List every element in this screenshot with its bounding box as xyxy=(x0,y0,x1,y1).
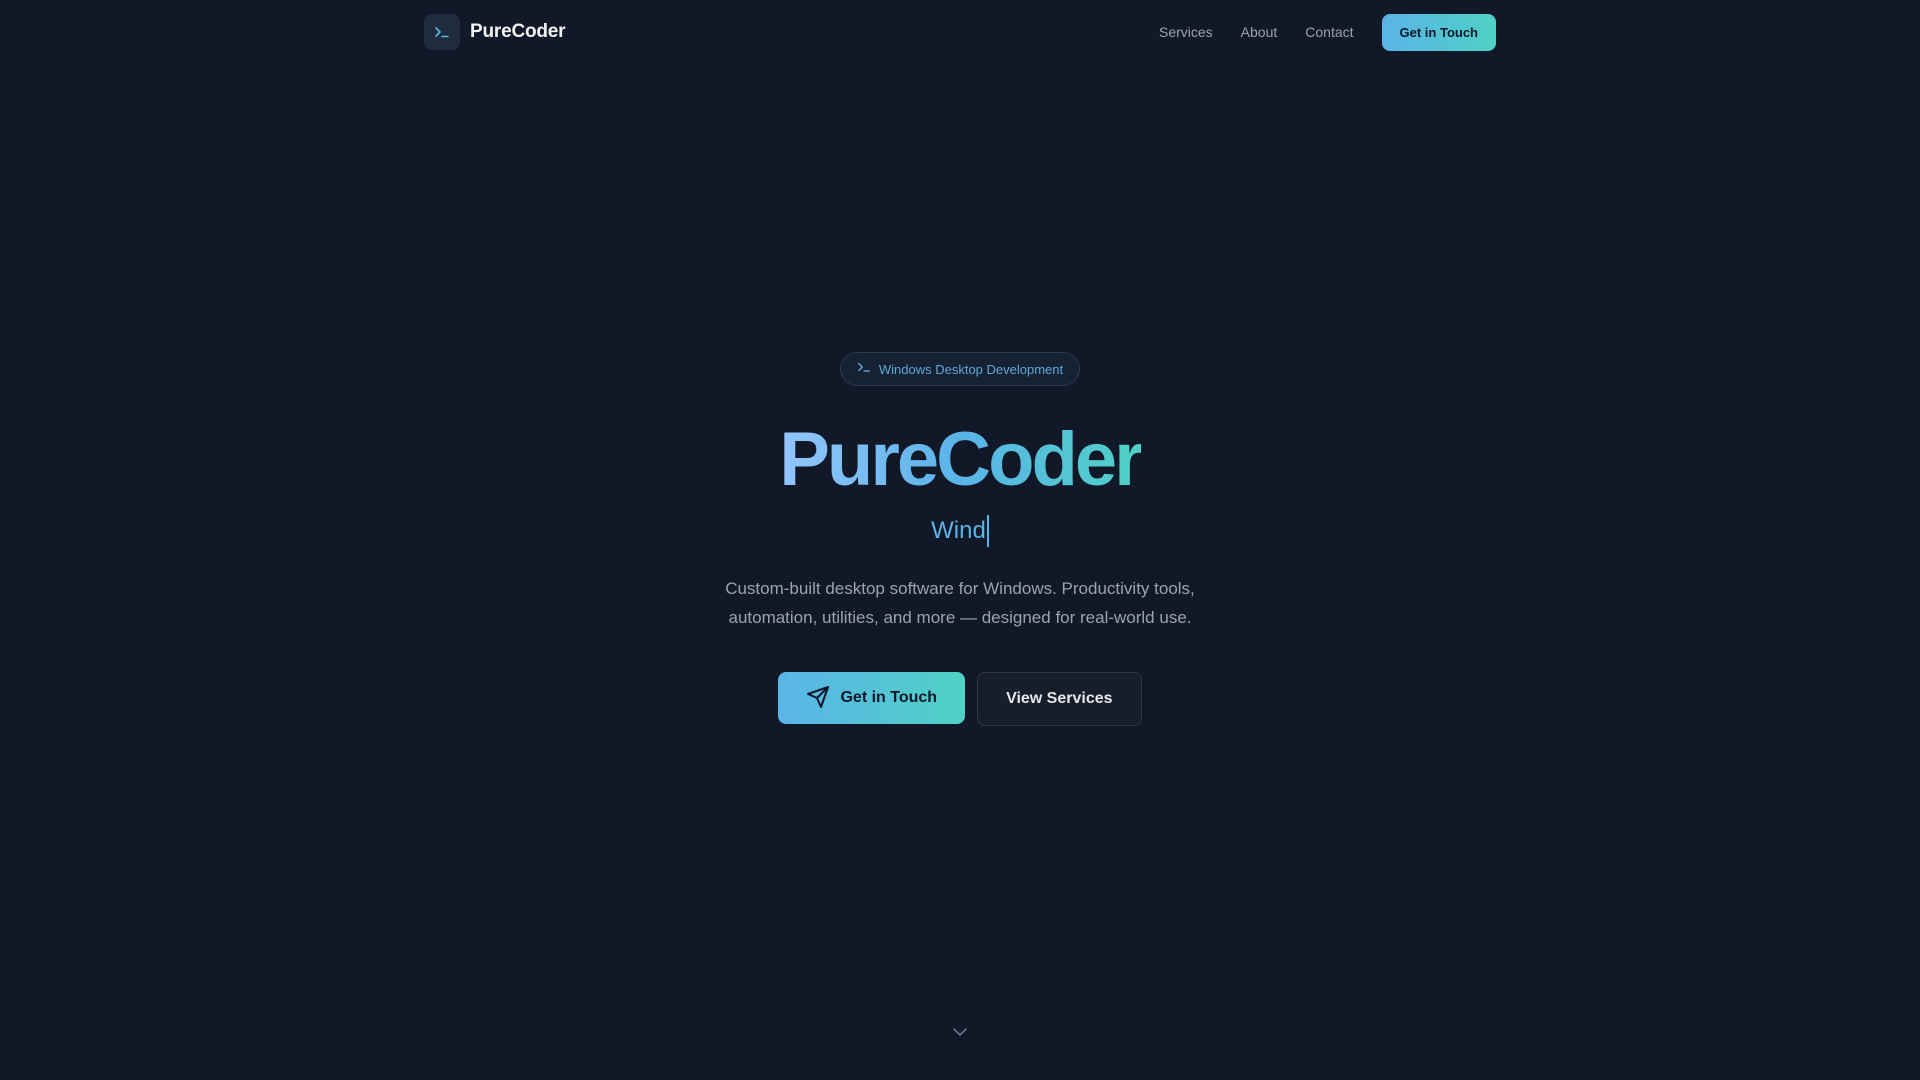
typing-text: Wind xyxy=(931,517,986,544)
send-icon xyxy=(806,685,830,712)
hero-actions: Get in Touch View Services xyxy=(778,672,1142,726)
brand-home-link[interactable]: PureCoder xyxy=(424,14,566,50)
hero-title: PureCoder xyxy=(779,417,1144,502)
nav-link-services[interactable]: Services xyxy=(1159,24,1213,40)
chevron-down-icon[interactable] xyxy=(950,1022,970,1042)
landing-page: PureCoder Services About Contact Get in … xyxy=(0,0,1920,1080)
nav-link-about[interactable]: About xyxy=(1241,24,1278,40)
brand-name: PureCoder xyxy=(470,21,566,42)
nav-menu: Services About Contact Get in Touch xyxy=(1159,13,1496,51)
header-get-in-touch-button[interactable]: Get in Touch xyxy=(1381,13,1496,51)
nav-link-contact[interactable]: Contact xyxy=(1305,24,1353,40)
terminal-icon xyxy=(857,360,871,379)
hero-description: Custom-built desktop software for Window… xyxy=(725,579,1195,627)
view-services-label: View Services xyxy=(1006,690,1113,707)
terminal-icon xyxy=(424,14,460,50)
view-services-button[interactable]: View Services xyxy=(977,672,1142,726)
category-badge: Windows Desktop Development xyxy=(839,352,1081,386)
hero-section: Windows Desktop Development PureCoder Wi… xyxy=(0,352,1920,726)
typing-line: Wind xyxy=(931,514,989,548)
typing-caret xyxy=(986,515,989,547)
get-in-touch-button[interactable]: Get in Touch xyxy=(778,672,966,724)
top-navigation: PureCoder Services About Contact Get in … xyxy=(424,0,1496,64)
get-in-touch-label: Get in Touch xyxy=(840,689,938,706)
badge-label: Windows Desktop Development xyxy=(878,361,1064,377)
